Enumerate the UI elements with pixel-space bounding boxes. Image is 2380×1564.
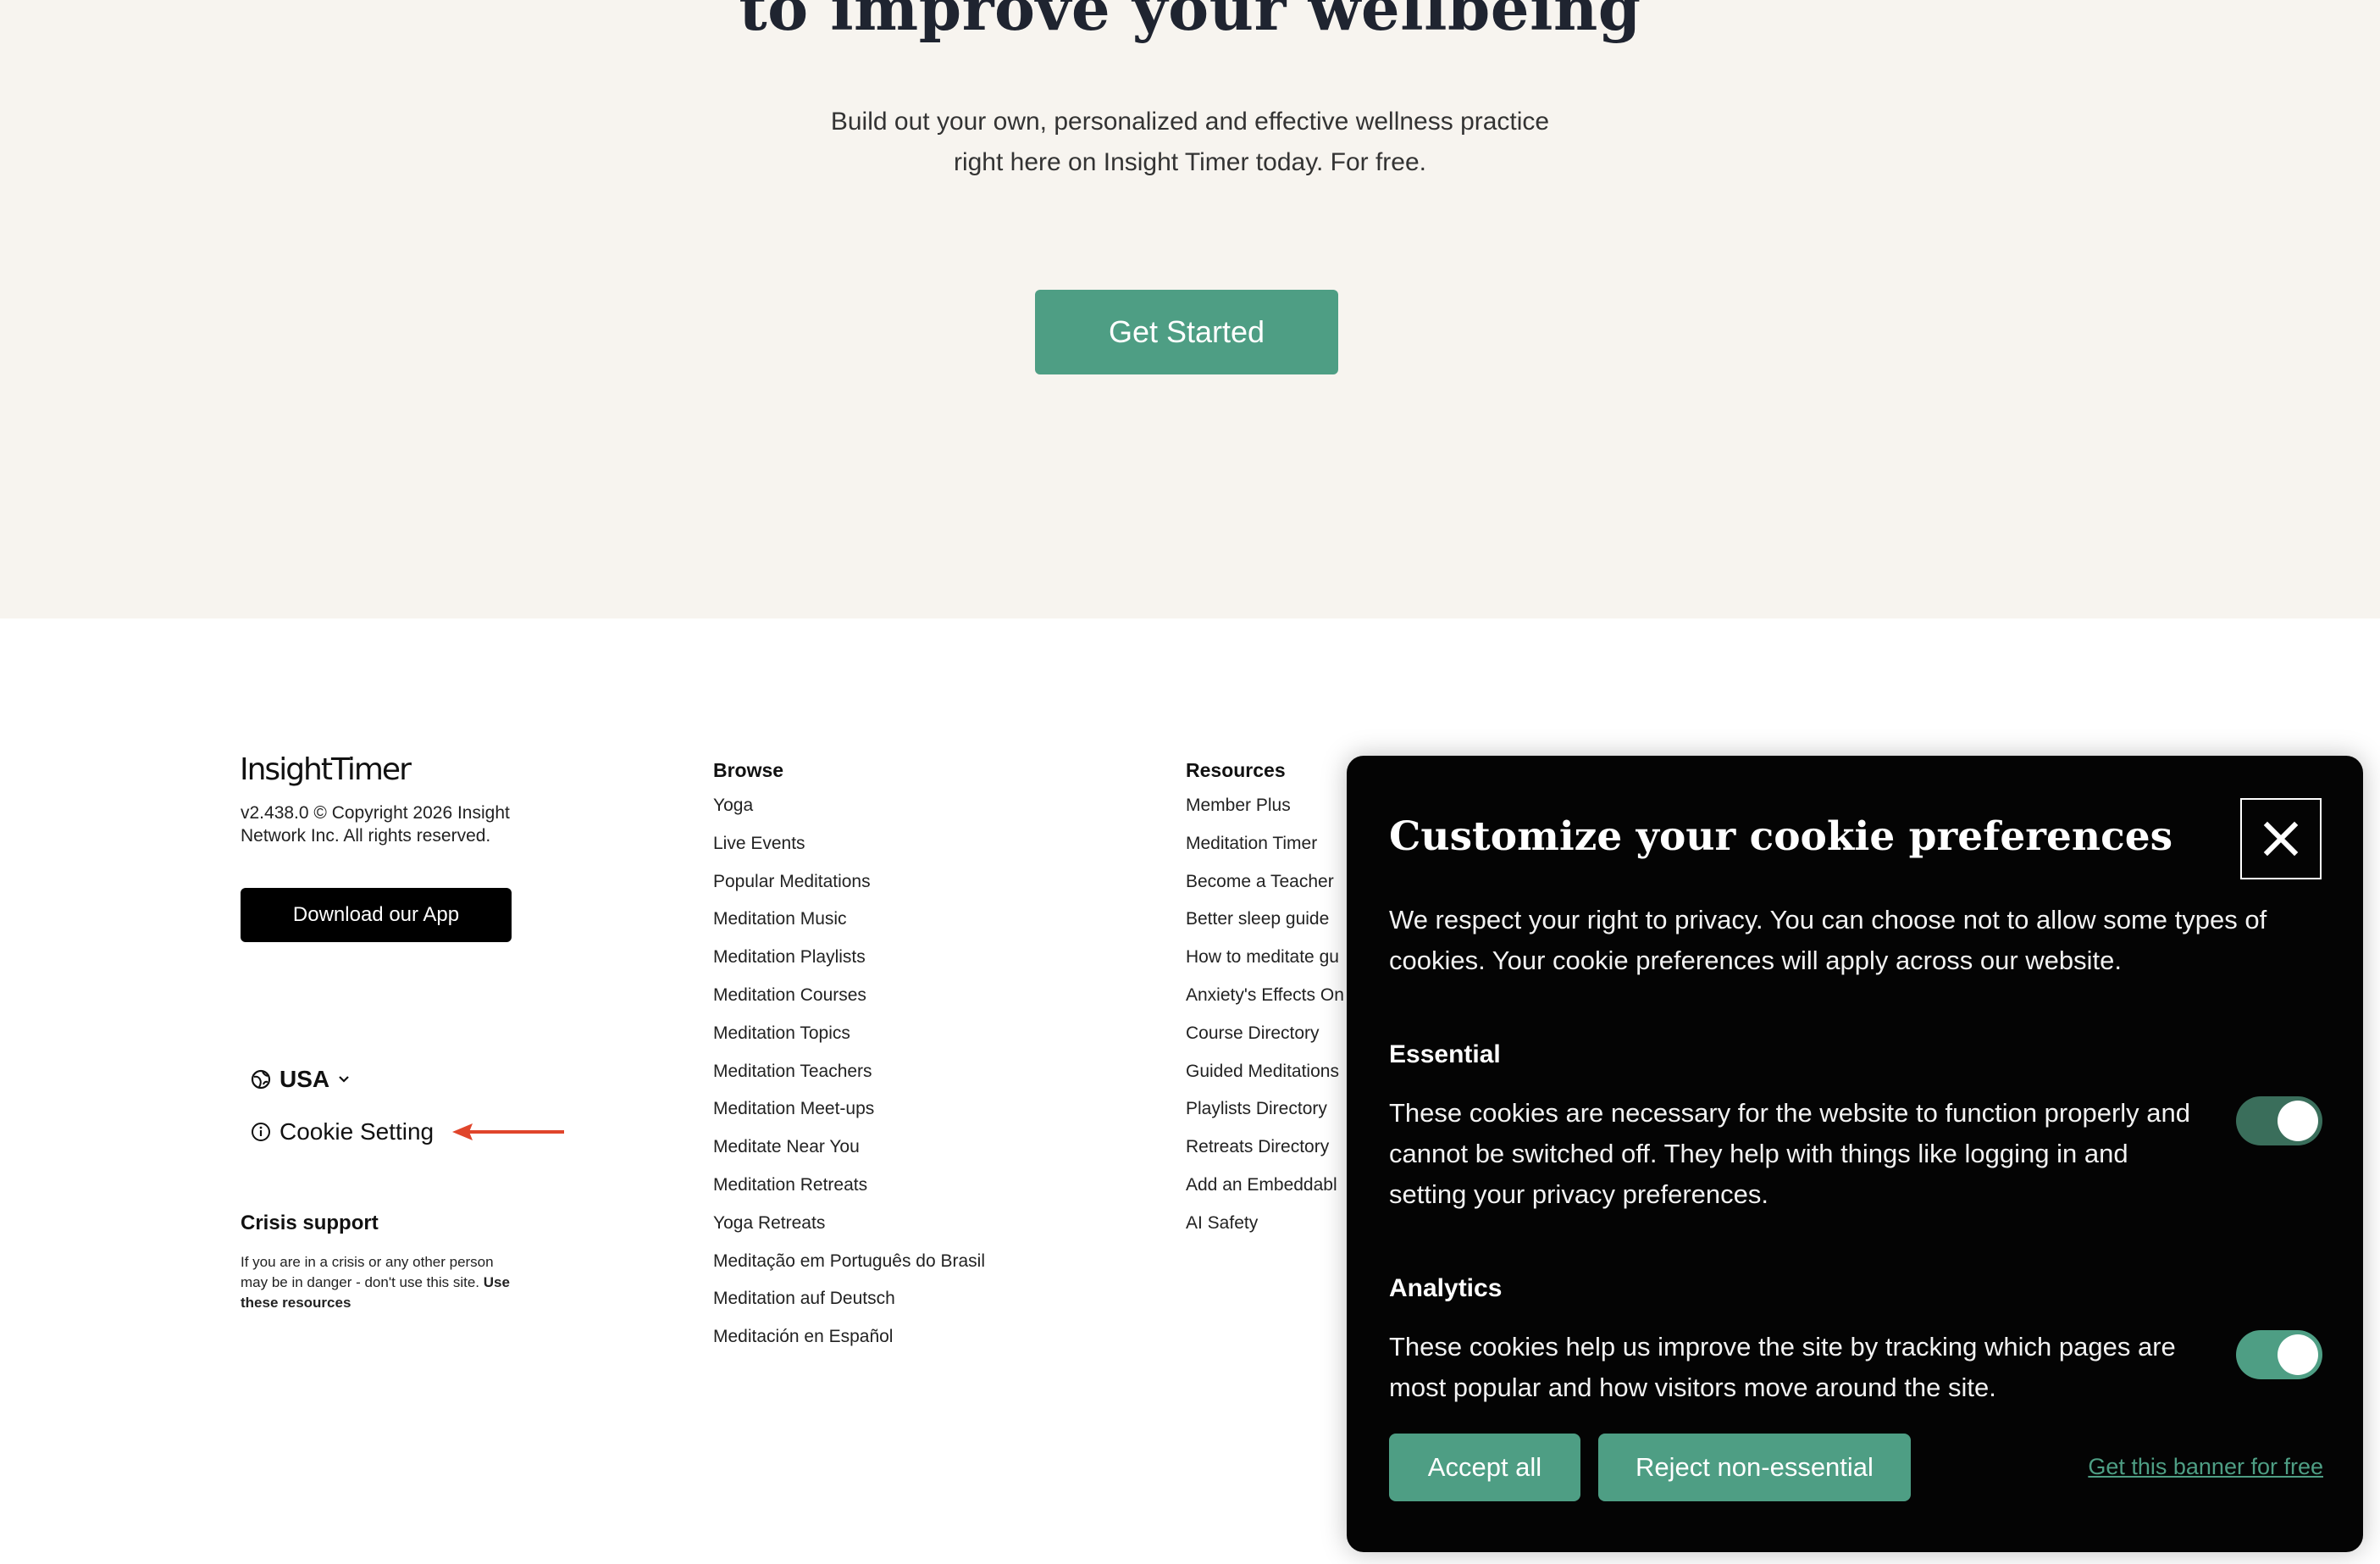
browse-link[interactable]: Meditation Retreats: [713, 1173, 985, 1211]
browse-heading: Browse: [713, 759, 784, 781]
resources-link[interactable]: How to meditate gu: [1186, 945, 1347, 983]
resources-link[interactable]: Become a Teacher: [1186, 869, 1347, 907]
essential-toggle[interactable]: [2236, 1096, 2322, 1145]
cookie-modal-title: Customize your cookie preferences: [1389, 813, 2173, 860]
analytics-description: These cookies help us improve the site b…: [1389, 1332, 2176, 1402]
browse-link[interactable]: Live Events: [713, 831, 985, 869]
reject-non-essential-button[interactable]: Reject non-essential: [1598, 1434, 1911, 1501]
crisis-support-text: If you are in a crisis or any other pers…: [241, 1252, 512, 1313]
download-app-button[interactable]: Download our App: [241, 888, 512, 942]
browse-link[interactable]: Popular Meditations: [713, 869, 985, 907]
crisis-support-title: Crisis support: [241, 1212, 379, 1234]
hero-subtitle: Build out your own, personalized and eff…: [0, 102, 2380, 183]
cookie-preferences-modal: Customize your cookie preferences We res…: [1347, 756, 2363, 1552]
region-selector[interactable]: USA: [251, 1066, 350, 1093]
cookie-setting-label: Cookie Setting: [280, 1118, 434, 1145]
hero-title: to improve your wellbeing: [739, 0, 1641, 44]
browse-link[interactable]: Yoga: [713, 793, 985, 831]
resources-link[interactable]: Course Directory: [1186, 1021, 1347, 1059]
analytics-toggle[interactable]: [2236, 1330, 2322, 1379]
insight-timer-logo[interactable]: InsightTimer: [240, 752, 412, 787]
resources-link[interactable]: Retreats Directory: [1186, 1134, 1347, 1173]
hero-subtitle-line-2: right here on Insight Timer today. For f…: [953, 148, 1427, 176]
hero-section: to improve your wellbeing Build out your…: [0, 0, 2380, 618]
resources-link[interactable]: Better sleep guide: [1186, 907, 1347, 945]
cookie-setting-link[interactable]: Cookie Setting: [251, 1118, 434, 1145]
close-icon: [2263, 821, 2299, 857]
get-banner-link[interactable]: Get this banner for free: [2079, 1454, 2323, 1480]
toggle-knob: [2278, 1334, 2318, 1375]
resources-column: Resources Member Plus Meditation Timer B…: [1186, 759, 1347, 1249]
browse-list: Yoga Live Events Popular Meditations Med…: [713, 793, 985, 1362]
get-started-button[interactable]: Get Started: [1035, 290, 1338, 374]
chevron-down-icon: [339, 1076, 349, 1083]
info-icon: [252, 1123, 270, 1141]
region-label: USA: [280, 1066, 330, 1092]
essential-description: These cookies are necessary for the webs…: [1389, 1098, 2191, 1209]
close-button[interactable]: [2240, 798, 2322, 879]
resources-link[interactable]: Playlists Directory: [1186, 1096, 1347, 1134]
browse-link[interactable]: Meditação em Português do Brasil: [713, 1249, 985, 1287]
browse-link[interactable]: Meditación en Español: [713, 1324, 985, 1362]
cookie-modal-intro: We respect your right to privacy. You ca…: [1389, 905, 2267, 975]
resources-link[interactable]: Member Plus: [1186, 793, 1347, 831]
resources-link[interactable]: Add an Embeddabl: [1186, 1173, 1347, 1211]
hero-subtitle-line-1: Build out your own, personalized and eff…: [830, 108, 1550, 136]
accept-all-button[interactable]: Accept all: [1389, 1434, 1580, 1501]
toggle-knob: [2278, 1101, 2318, 1141]
essential-title: Essential: [1389, 1040, 1501, 1068]
resources-link[interactable]: Guided Meditations: [1186, 1059, 1347, 1097]
analytics-title: Analytics: [1389, 1274, 1503, 1302]
browse-column: Browse Yoga Live Events Popular Meditati…: [713, 759, 985, 1362]
browse-link[interactable]: Meditation auf Deutsch: [713, 1286, 985, 1324]
globe-icon: [251, 1069, 271, 1090]
browse-link[interactable]: Meditation Playlists: [713, 945, 985, 983]
browse-link[interactable]: Meditation Teachers: [713, 1059, 985, 1097]
resources-link[interactable]: Meditation Timer: [1186, 831, 1347, 869]
browse-link[interactable]: Meditation Meet-ups: [713, 1096, 985, 1134]
browse-link[interactable]: Meditation Courses: [713, 983, 985, 1021]
resources-link[interactable]: Anxiety's Effects On: [1186, 983, 1347, 1021]
crisis-support-description: If you are in a crisis or any other pers…: [241, 1254, 494, 1290]
resources-heading: Resources: [1186, 759, 1286, 781]
annotation-arrow-icon: [452, 1123, 564, 1140]
browse-link[interactable]: Meditate Near You: [713, 1134, 985, 1173]
browse-link[interactable]: Meditation Topics: [713, 1021, 985, 1059]
resources-link[interactable]: AI Safety: [1186, 1211, 1347, 1249]
resources-list: Member Plus Meditation Timer Become a Te…: [1186, 793, 1347, 1249]
browse-link[interactable]: Meditation Music: [713, 907, 985, 945]
copyright-text: v2.438.0 © Copyright 2026 Insight Networ…: [241, 803, 510, 846]
browse-link[interactable]: Yoga Retreats: [713, 1211, 985, 1249]
